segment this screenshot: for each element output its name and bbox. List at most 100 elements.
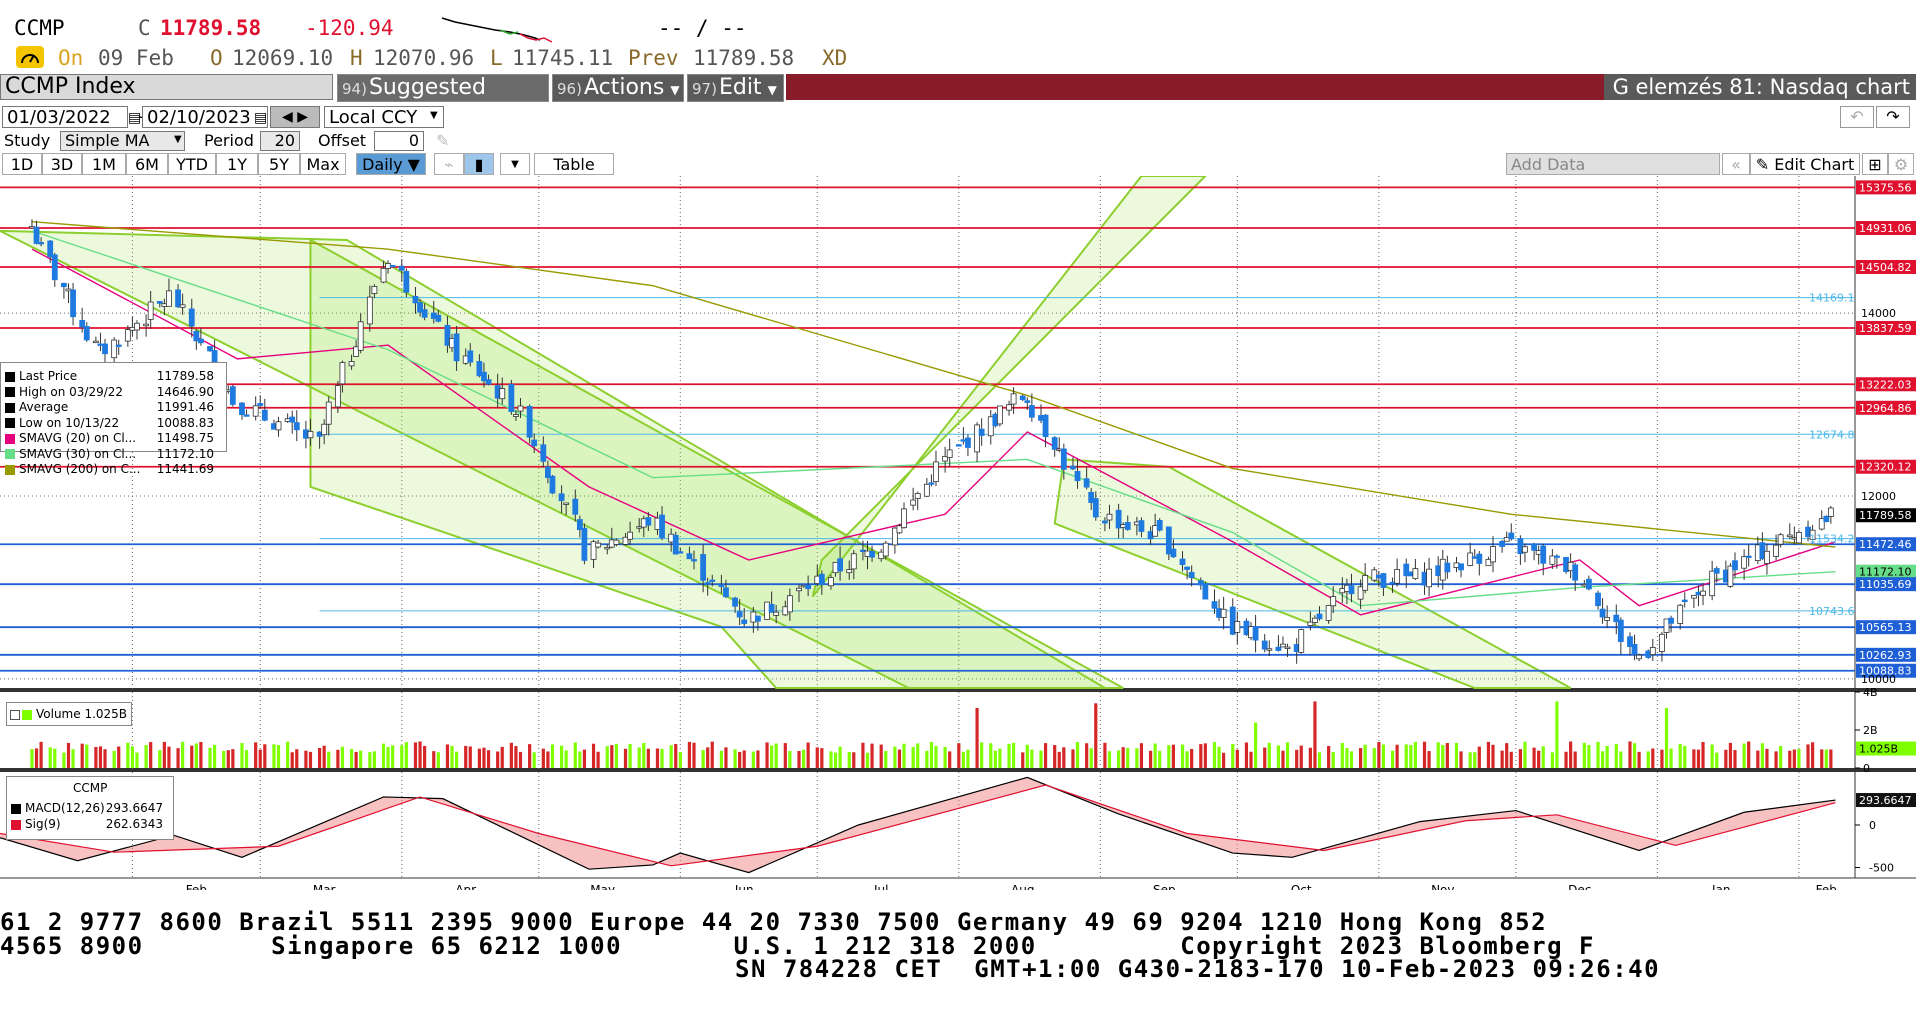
collapse-icon[interactable]: « <box>1722 153 1750 175</box>
x-axis-label: Apr <box>455 883 476 890</box>
start-date-field[interactable]: 01/03/2022 <box>2 106 128 128</box>
volume-bar <box>1792 749 1796 768</box>
volume-bar <box>1281 750 1285 768</box>
candle-body <box>175 289 181 308</box>
candle-body <box>741 619 748 624</box>
macd-tag-label: 293.6647 <box>1859 794 1912 807</box>
volume-bar <box>838 746 842 768</box>
volume-bar <box>66 742 71 768</box>
settings-icon[interactable]: ⊞ <box>1862 153 1888 175</box>
tab-1m[interactable]: 1M <box>82 153 126 175</box>
study-select[interactable]: Simple MA <box>60 131 185 151</box>
chevron-down-icon[interactable]: ▼ <box>500 153 530 175</box>
tab-1d[interactable]: 1D <box>2 153 42 175</box>
edit-button[interactable]: 97)Edit ▼ <box>687 74 784 102</box>
actions-button[interactable]: 96)Actions ▼ <box>552 74 684 102</box>
line-chart-icon[interactable]: ⌁ <box>434 153 464 175</box>
candle-body <box>659 514 665 539</box>
volume-bar <box>605 746 609 768</box>
candle-body <box>531 439 538 447</box>
volume-bar <box>468 746 472 768</box>
volume-bar <box>742 750 746 768</box>
tab-3d[interactable]: 3D <box>42 153 82 175</box>
volume-bar <box>436 752 440 768</box>
volume-bar <box>48 747 52 768</box>
currency-select[interactable]: Local CCY <box>324 106 444 128</box>
legend-swatch <box>5 433 15 444</box>
volume-bar <box>1249 751 1253 768</box>
volume-bar <box>1692 749 1696 768</box>
candle-body <box>1325 605 1332 621</box>
volume-bar <box>550 744 555 768</box>
tab-6m[interactable]: 6M <box>126 153 168 175</box>
tab-ytd[interactable]: YTD <box>168 153 216 175</box>
pencil-icon[interactable]: ✎ <box>436 131 449 150</box>
step-arrows[interactable]: ◀ ▶ <box>270 106 320 128</box>
offset-field[interactable]: 0 <box>374 131 424 151</box>
volume-bar <box>783 743 787 768</box>
volume-bar <box>801 749 806 768</box>
bar-chart-icon[interactable]: ▮ <box>464 153 494 175</box>
security-field[interactable]: CCMP Index <box>0 74 333 100</box>
candle-body <box>1184 566 1190 570</box>
change-value: -120.94 <box>305 16 394 40</box>
chevron-down-icon[interactable]: ▼ <box>174 134 182 145</box>
volume-bar <box>496 751 500 768</box>
volume-bar <box>678 752 682 768</box>
table-button[interactable]: Table <box>534 153 614 175</box>
volume-bar <box>614 743 618 768</box>
candle-body <box>1083 478 1090 488</box>
period-field[interactable]: 20 <box>260 131 300 151</box>
volume-bar <box>1683 745 1687 768</box>
tab-1y[interactable]: 1Y <box>216 153 258 175</box>
candle-body <box>1700 590 1706 596</box>
volume-bar <box>1555 701 1559 768</box>
chevron-down-icon[interactable]: ▼ <box>430 110 438 121</box>
volume-bar <box>820 748 824 768</box>
add-data-field[interactable]: Add Data <box>1506 153 1720 175</box>
end-date-field[interactable]: 02/10/2023 <box>142 106 268 128</box>
volume-bar <box>1422 741 1427 768</box>
volume-bar <box>1409 745 1413 768</box>
candle-body <box>307 431 314 439</box>
tab-max[interactable]: Max <box>300 153 346 175</box>
volume-bar <box>879 744 883 768</box>
volume-bar <box>1340 742 1344 768</box>
open-value: 12069.10 <box>232 46 334 70</box>
candle-body <box>1092 498 1099 518</box>
volume-bar <box>751 751 755 768</box>
edit-chart-button[interactable]: ✎ Edit Chart <box>1750 153 1860 175</box>
candle-body <box>700 554 707 581</box>
volume-bar <box>966 749 970 768</box>
redo-icon[interactable]: ↷ <box>1876 106 1910 128</box>
macd-axis-label: -500 <box>1869 862 1894 875</box>
low-label: L <box>490 46 503 70</box>
gauge-icon[interactable] <box>16 46 44 68</box>
volume-bar <box>687 741 692 768</box>
volume-bar <box>1117 750 1121 768</box>
candle-body <box>1138 520 1145 532</box>
tab-5y[interactable]: 5Y <box>258 153 300 175</box>
gear-icon[interactable]: ⚙ <box>1888 153 1914 175</box>
price-tag-label: 11472.46 <box>1859 538 1912 551</box>
candle-body <box>773 611 780 616</box>
volume-bar <box>806 742 810 768</box>
price-tag-label: 10565.13 <box>1859 621 1912 634</box>
volume-bar <box>1820 749 1824 768</box>
volume-bar <box>1308 747 1312 768</box>
calendar-icon[interactable]: ▤ <box>254 110 267 126</box>
volume-bar <box>1441 745 1445 768</box>
volume-bar <box>354 751 358 768</box>
frequency-select[interactable]: Daily ▼ <box>356 153 426 175</box>
suggested-charts-button[interactable]: 94)Suggested Charts <box>337 74 549 127</box>
volume-bar <box>1030 749 1034 768</box>
legend-value: 11172.10 <box>156 446 214 461</box>
volume-bar <box>623 748 628 768</box>
undo-icon[interactable]: ↶ <box>1840 106 1874 128</box>
volume-bar <box>1518 749 1522 768</box>
collapse-toggle-icon[interactable] <box>10 709 20 720</box>
candle-body <box>179 304 186 308</box>
candle-body <box>1362 575 1369 591</box>
volume-bar <box>1039 750 1043 768</box>
volume-bar <box>797 751 801 768</box>
